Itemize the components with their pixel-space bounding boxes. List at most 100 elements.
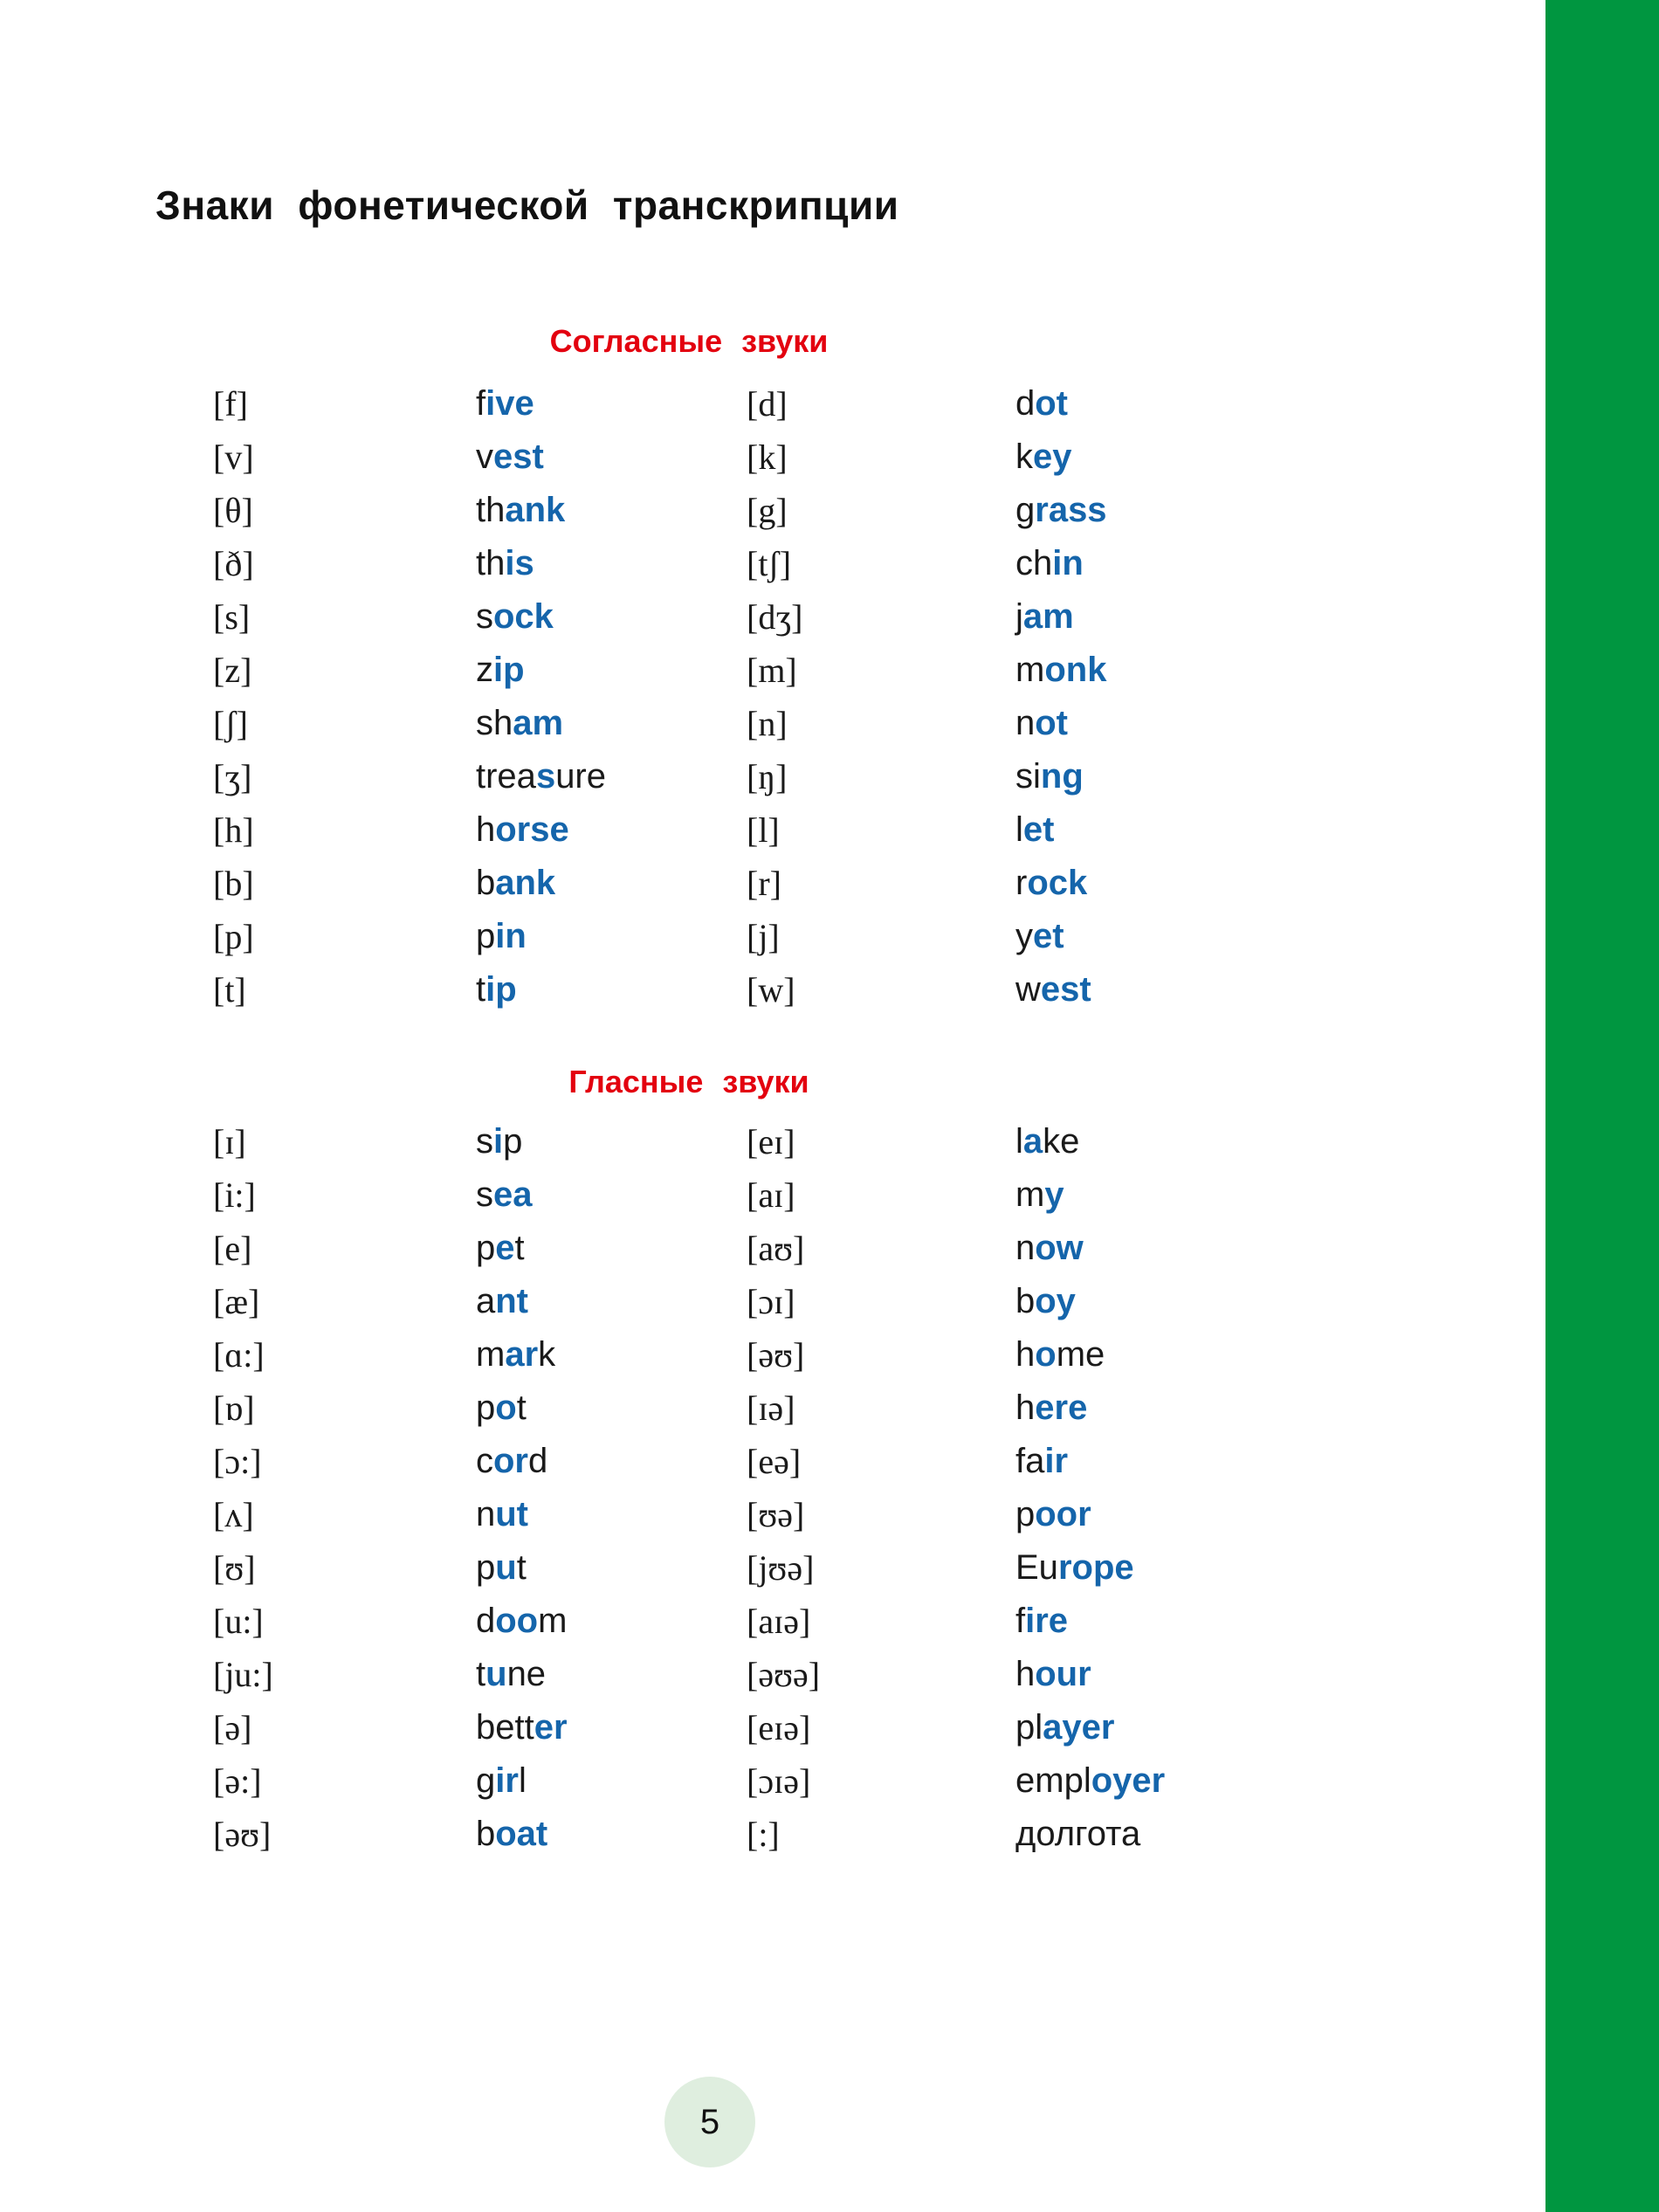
ipa-symbol-left: [ʌ]: [213, 1495, 254, 1534]
example-word-right: employer: [1015, 1761, 1166, 1800]
ipa-symbol-right: [eɪ]: [747, 1122, 795, 1161]
example-word-right: sing: [1015, 757, 1084, 796]
ipa-symbol-right: [w]: [747, 970, 795, 1010]
example-word-left-cell: this: [476, 537, 534, 590]
example-word-right-cell: here: [1015, 1382, 1087, 1435]
table-row: [ʊ] put [jʊə] Europe: [0, 1541, 1535, 1595]
table-row: [z] zip [m] monk: [0, 644, 1535, 697]
ipa-symbol-right: [m]: [747, 651, 797, 690]
ipa-symbol-left: [i:]: [213, 1175, 256, 1215]
ipa-symbol-left: [ʃ]: [213, 704, 248, 743]
table-row: [p] pin [j] yet: [0, 910, 1535, 963]
example-word-right: my: [1015, 1175, 1064, 1214]
example-word-left-cell: zip: [476, 644, 525, 697]
ipa-symbol-left: [ɔ:]: [213, 1442, 262, 1481]
ipa-symbol-right: [əʊə]: [747, 1655, 821, 1694]
example-word-left: put: [476, 1548, 527, 1587]
ipa-symbol-right: [tʃ]: [747, 544, 792, 583]
example-word-right: not: [1015, 704, 1069, 742]
table-row: [v] vest [k] key: [0, 431, 1535, 484]
example-word-left: ant: [476, 1282, 529, 1320]
example-word-right: jam: [1015, 597, 1074, 636]
example-word-left-cell: put: [476, 1541, 527, 1595]
example-word-right-cell: key: [1015, 431, 1072, 484]
example-word-left: treasure: [476, 757, 606, 796]
vowels-table: [ɪ] sip [eɪ] lake [i:] sea [aɪ] my [e] pet [aʊ] now…: [0, 1115, 1535, 1861]
example-word-right: key: [1015, 438, 1072, 476]
table-row: [h] horse [l] let: [0, 803, 1535, 857]
ipa-symbol-right: [aɪ]: [747, 1175, 795, 1215]
example-word-left-cell: bank: [476, 857, 555, 910]
example-word-left: zip: [476, 651, 525, 689]
example-word-left: pin: [476, 917, 527, 955]
example-word-right: west: [1015, 970, 1091, 1009]
example-word-left: better: [476, 1708, 568, 1747]
example-word-left-cell: doom: [476, 1595, 567, 1648]
ipa-symbol-right: [ɔɪ]: [747, 1282, 795, 1321]
example-word-right: fire: [1015, 1602, 1069, 1640]
ipa-symbol-left: [əʊ]: [213, 1815, 272, 1854]
example-word-left-cell: mark: [476, 1328, 555, 1382]
example-word-right-cell: now: [1015, 1222, 1084, 1275]
ipa-symbol-left: [ʒ]: [213, 757, 252, 796]
example-word-right: boy: [1015, 1282, 1076, 1320]
example-word-left-cell: girl: [476, 1754, 527, 1808]
example-word-left-cell: sip: [476, 1115, 522, 1168]
example-word-right-cell: долгота: [1015, 1808, 1140, 1861]
example-word-left-cell: five: [476, 377, 534, 431]
ipa-symbol-left: [z]: [213, 651, 252, 690]
example-word-left: mark: [476, 1335, 556, 1374]
ipa-symbol-right: [n]: [747, 704, 788, 743]
table-row: [ə:] girl [ɔɪə] employer: [0, 1754, 1535, 1808]
example-word-right-cell: employer: [1015, 1754, 1165, 1808]
example-word-right: grass: [1015, 491, 1107, 529]
ipa-symbol-left: [ɑ:]: [213, 1335, 265, 1375]
table-row: [ɪ] sip [eɪ] lake: [0, 1115, 1535, 1168]
ipa-symbol-left: [f]: [213, 384, 248, 424]
ipa-symbol-left: [t]: [213, 970, 246, 1010]
example-word-left-cell: nut: [476, 1488, 528, 1541]
table-row: [u:] doom [aɪə] fire: [0, 1595, 1535, 1648]
example-word-left-cell: sock: [476, 590, 554, 644]
ipa-symbol-right: [dʒ]: [747, 597, 803, 637]
example-word-left-cell: vest: [476, 431, 544, 484]
example-word-right: now: [1015, 1229, 1084, 1267]
example-word-right-cell: monk: [1015, 644, 1106, 697]
example-word-right: lake: [1015, 1122, 1080, 1161]
example-word-right-cell: west: [1015, 963, 1091, 1016]
example-word-left: thank: [476, 491, 566, 529]
example-word-right-cell: yet: [1015, 910, 1064, 963]
example-word-right: yet: [1015, 917, 1064, 955]
example-word-right-cell: fair: [1015, 1435, 1068, 1488]
example-word-right-cell: grass: [1015, 484, 1107, 537]
page-content: Знаки фонетической транскрипции Согласны…: [0, 0, 1535, 2212]
example-word-left: vest: [476, 438, 544, 476]
example-word-right: chin: [1015, 544, 1084, 582]
example-word-right-cell: hour: [1015, 1648, 1091, 1701]
ipa-symbol-right: [:]: [747, 1815, 780, 1854]
example-word-left: cord: [476, 1442, 548, 1480]
table-row: [b] bank [r] rock: [0, 857, 1535, 910]
table-row: [s] sock [dʒ] jam: [0, 590, 1535, 644]
example-word-left-cell: pin: [476, 910, 527, 963]
example-word-left: tune: [476, 1655, 547, 1693]
example-word-right-cell: chin: [1015, 537, 1084, 590]
example-word-left-cell: boat: [476, 1808, 547, 1861]
example-word-left: nut: [476, 1495, 529, 1533]
ipa-symbol-right: [aʊ]: [747, 1229, 805, 1268]
example-word-left-cell: sham: [476, 697, 563, 750]
section-heading-consonants: Согласные звуки: [549, 323, 829, 359]
table-row: [ju:] tune [əʊə] hour: [0, 1648, 1535, 1701]
ipa-symbol-right: [ɪə]: [747, 1389, 795, 1428]
table-row: [t] tip [w] west: [0, 963, 1535, 1016]
example-word-right-cell: boy: [1015, 1275, 1076, 1328]
table-row: [ʌ] nut [ʊə] poor: [0, 1488, 1535, 1541]
example-word-right-cell: jam: [1015, 590, 1074, 644]
table-row: [ɔ:] cord [eə] fair: [0, 1435, 1535, 1488]
example-word-left: girl: [476, 1761, 527, 1800]
example-word-left-cell: tip: [476, 963, 517, 1016]
example-word-left: doom: [476, 1602, 568, 1640]
example-word-right: poor: [1015, 1495, 1091, 1533]
ipa-symbol-left: [v]: [213, 438, 254, 477]
example-word-right: Europe: [1015, 1548, 1134, 1587]
